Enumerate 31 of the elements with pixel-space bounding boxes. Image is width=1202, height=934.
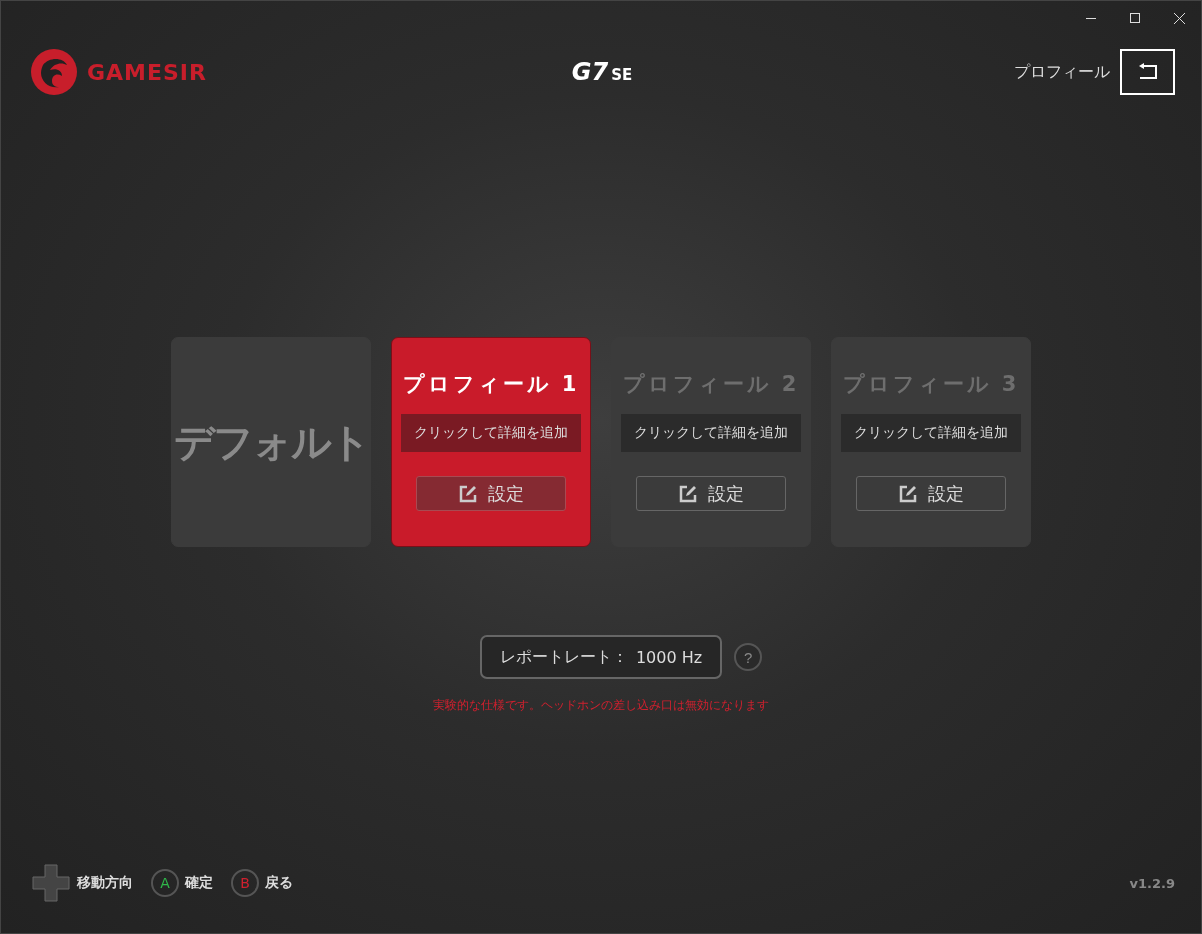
hint-label: 確定	[185, 874, 213, 892]
hint-label: 移動方向	[77, 874, 133, 892]
settings-button[interactable]: 設定	[416, 476, 566, 511]
maximize-icon	[1130, 13, 1140, 23]
warning-text: 実験的な仕様です。ヘッドホンの差し込み口は無効になります	[433, 697, 769, 714]
model-suffix: SE	[611, 66, 633, 84]
dpad-icon	[31, 863, 71, 903]
description-field[interactable]: クリックして詳細を追加	[621, 414, 801, 452]
edit-icon	[458, 483, 478, 504]
hint-label: 戻る	[265, 874, 293, 892]
close-icon	[1173, 12, 1185, 24]
profile-label: プロフィール	[1014, 61, 1110, 83]
description-field[interactable]: クリックして詳細を追加	[841, 414, 1021, 452]
model-name: G7	[571, 58, 609, 86]
minimize-icon	[1086, 17, 1096, 19]
description-field[interactable]: クリックして詳細を追加	[401, 414, 581, 452]
report-rate-selector[interactable]: レポートレート： 1000 Hz	[479, 635, 723, 679]
version-text: v1.2.9	[1129, 875, 1175, 891]
edit-icon	[678, 483, 698, 504]
help-button[interactable]: ?	[734, 643, 763, 671]
edit-icon	[898, 483, 918, 504]
profile-title: プロフィール 1	[402, 371, 580, 398]
profile-card[interactable]: プロフィール 1 クリックして詳細を追加 設定	[391, 337, 591, 547]
brand-logo-text: GAMESIR	[87, 59, 207, 85]
back-button[interactable]	[1120, 49, 1175, 95]
controller-key: B	[231, 869, 259, 897]
profile-title: デフォルト	[173, 417, 369, 467]
logo-icon	[29, 47, 79, 97]
controller-key: A	[151, 869, 179, 897]
settings-button[interactable]: 設定	[856, 476, 1006, 511]
settings-button[interactable]: 設定	[636, 476, 786, 511]
